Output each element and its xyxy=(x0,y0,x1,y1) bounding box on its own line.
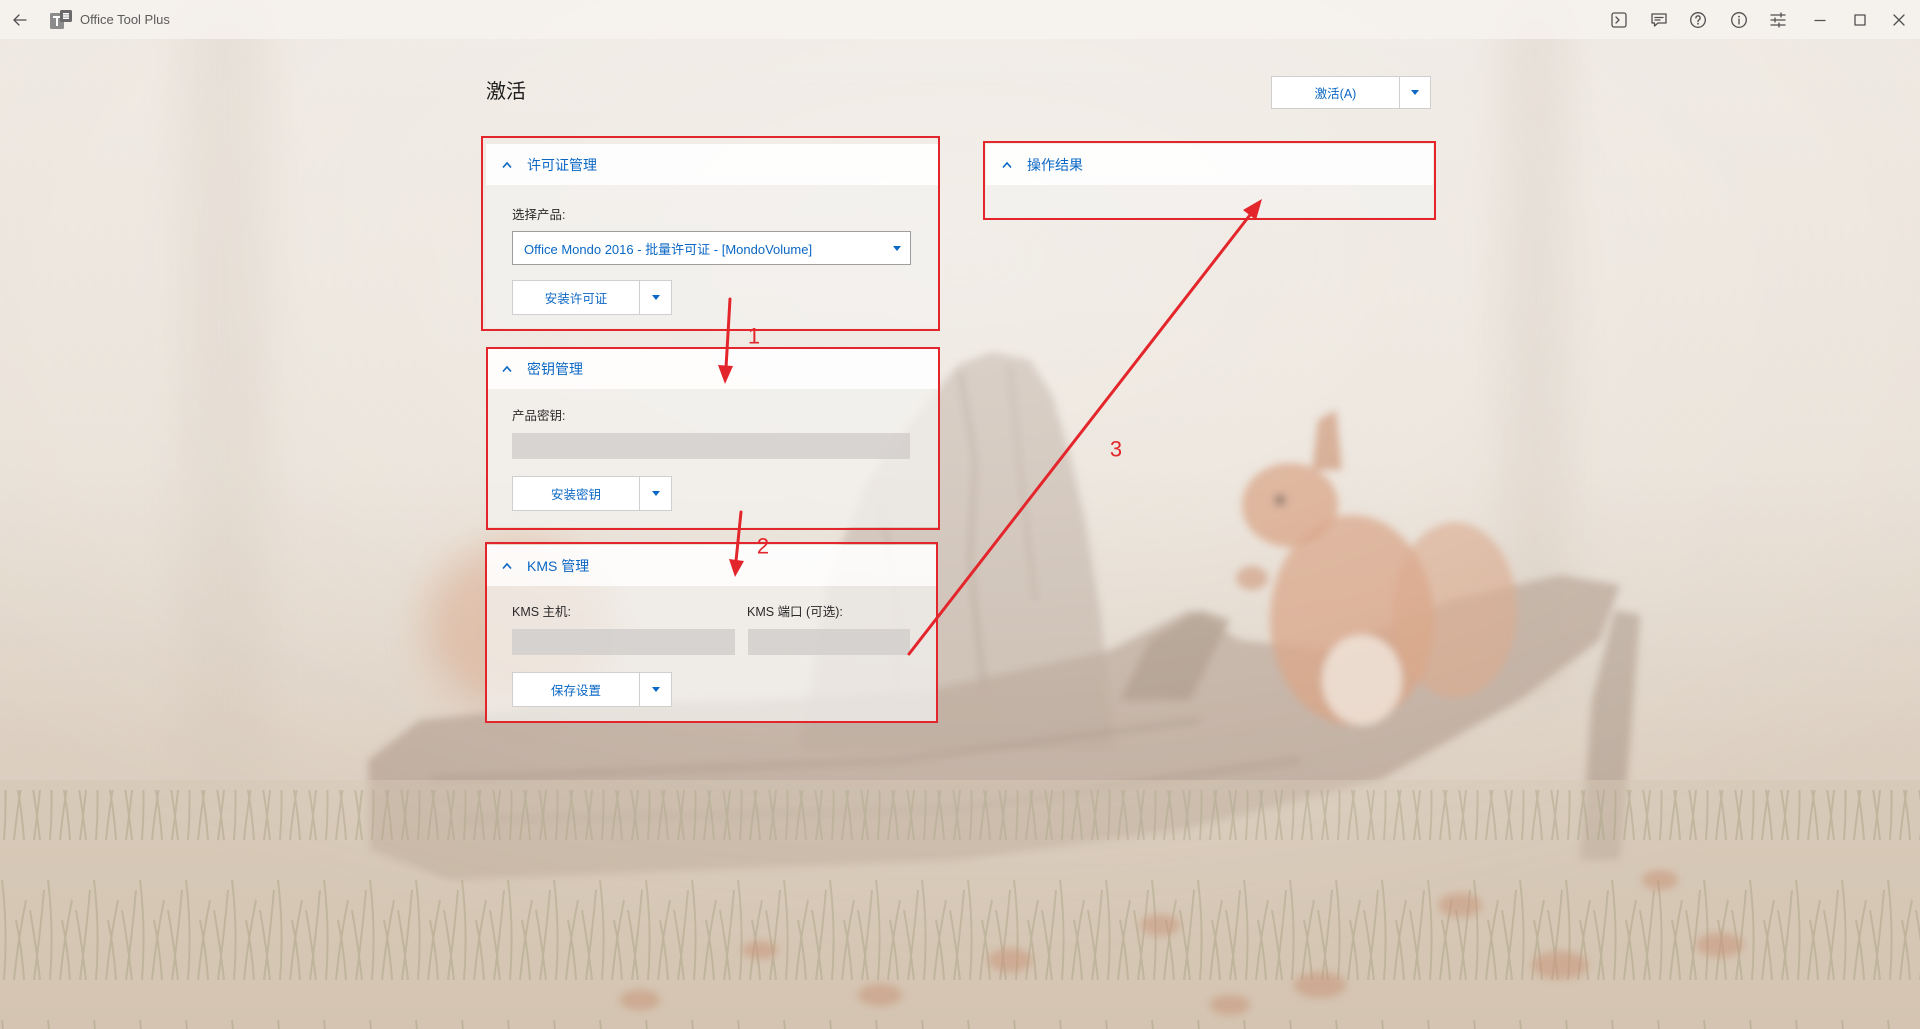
result-card: 操作结果 xyxy=(986,144,1433,217)
kms-card-body: KMS 主机: KMS 端口 (可选): 保存设置 xyxy=(486,586,936,722)
feedback-icon xyxy=(1651,13,1667,27)
close-button[interactable] xyxy=(1890,11,1908,29)
product-key-input[interactable] xyxy=(512,433,910,459)
install-license-button-group: 安装许可证 xyxy=(512,280,672,315)
help-button[interactable] xyxy=(1689,11,1707,29)
install-license-button[interactable]: 安装许可证 xyxy=(512,280,640,315)
feedback-button[interactable] xyxy=(1650,11,1668,29)
save-settings-dropdown-button[interactable] xyxy=(640,672,672,707)
install-license-dropdown-button[interactable] xyxy=(640,280,672,315)
result-card-title: 操作结果 xyxy=(1027,156,1083,173)
activate-dropdown-button[interactable] xyxy=(1400,76,1431,109)
chevron-up-icon xyxy=(502,365,512,372)
product-label: 选择产品: xyxy=(512,208,566,222)
license-card: 许可证管理 选择产品: Office Mondo 2016 - 批量许可证 - … xyxy=(486,144,938,328)
install-key-button[interactable]: 安装密钥 xyxy=(512,476,640,511)
key-card-body: 产品密钥: 安装密钥 xyxy=(486,389,938,527)
chevron-up-icon xyxy=(502,161,512,168)
close-icon xyxy=(1893,14,1905,26)
kms-host-label: KMS 主机: xyxy=(512,605,572,619)
license-card-title: 许可证管理 xyxy=(527,156,597,173)
kms-host-input[interactable] xyxy=(512,629,735,655)
caret-down-icon xyxy=(1411,90,1419,95)
key-card: 密钥管理 产品密钥: 安装密钥 xyxy=(486,348,938,527)
product-select[interactable]: Office Mondo 2016 - 批量许可证 - [MondoVolume… xyxy=(512,231,911,265)
license-card-header[interactable]: 许可证管理 xyxy=(486,144,938,185)
minimize-icon xyxy=(1814,19,1826,22)
activate-button-group: 激活(A) xyxy=(1271,76,1431,109)
caret-down-icon xyxy=(893,246,901,251)
kms-port-label: KMS 端口 (可选): xyxy=(747,605,843,619)
background-photo xyxy=(0,0,1920,1029)
chevron-up-icon xyxy=(1002,161,1012,168)
page-title: 激活 xyxy=(486,81,526,103)
app-logo-icon xyxy=(50,10,72,29)
key-card-header[interactable]: 密钥管理 xyxy=(486,348,938,389)
save-settings-button-group: 保存设置 xyxy=(512,672,672,707)
product-select-value: Office Mondo 2016 - 批量许可证 - [MondoVolume… xyxy=(524,241,813,257)
title-bar: Office Tool Plus xyxy=(0,0,1920,39)
kms-card-header[interactable]: KMS 管理 xyxy=(486,545,936,586)
caret-down-icon xyxy=(651,295,660,300)
minimize-button[interactable] xyxy=(1811,11,1829,29)
arrow-left-icon xyxy=(13,14,27,26)
app-title: Office Tool Plus xyxy=(80,12,170,27)
settings-button[interactable] xyxy=(1769,11,1787,29)
install-key-button-group: 安装密钥 xyxy=(512,476,672,511)
info-icon xyxy=(1731,12,1747,28)
license-card-body: 选择产品: Office Mondo 2016 - 批量许可证 - [Mondo… xyxy=(486,185,938,328)
result-card-body xyxy=(986,185,1433,217)
terminal-button[interactable] xyxy=(1610,11,1628,29)
activate-button[interactable]: 激活(A) xyxy=(1271,76,1400,109)
caret-down-icon xyxy=(651,687,660,692)
kms-card: KMS 管理 KMS 主机: KMS 端口 (可选): 保存设置 xyxy=(486,545,936,722)
maximize-icon xyxy=(1854,14,1866,26)
key-card-title: 密钥管理 xyxy=(527,360,583,377)
terminal-icon xyxy=(1611,12,1627,28)
settings-sliders-icon xyxy=(1770,12,1786,28)
info-button[interactable] xyxy=(1730,11,1748,29)
caret-down-icon xyxy=(651,491,660,496)
maximize-button[interactable] xyxy=(1851,11,1869,29)
kms-card-title: KMS 管理 xyxy=(527,557,590,574)
chevron-up-icon xyxy=(502,562,512,569)
save-settings-button[interactable]: 保存设置 xyxy=(512,672,640,707)
result-card-header[interactable]: 操作结果 xyxy=(986,144,1433,185)
back-button[interactable] xyxy=(11,11,29,29)
install-key-dropdown-button[interactable] xyxy=(640,476,672,511)
product-key-label: 产品密钥: xyxy=(512,409,566,423)
help-icon xyxy=(1690,12,1706,28)
kms-port-input[interactable] xyxy=(748,629,910,655)
